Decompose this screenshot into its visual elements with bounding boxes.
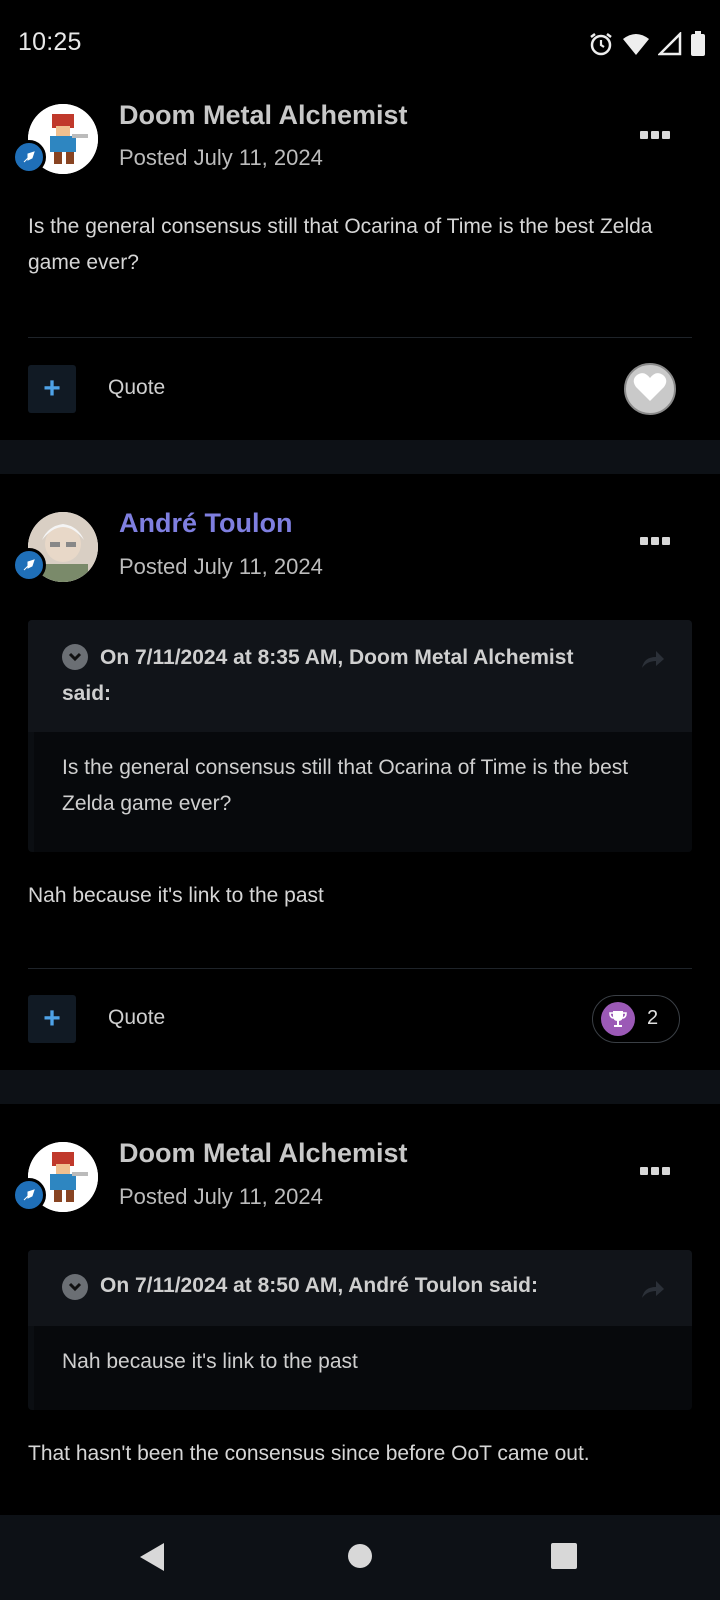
signal-icon xyxy=(658,32,682,56)
rank-badge xyxy=(12,140,46,174)
quote-content: Nah because it's link to the past xyxy=(34,1326,692,1410)
status-time: 10:25 xyxy=(18,28,82,56)
post-separator xyxy=(0,1070,720,1104)
multiquote-button[interactable]: + xyxy=(28,995,76,1043)
quote-button[interactable]: Quote xyxy=(108,1006,165,1030)
post-options-button[interactable] xyxy=(640,534,670,548)
post-body: Is the general consensus still that Ocar… xyxy=(28,215,653,274)
like-button[interactable] xyxy=(624,363,676,415)
post-separator xyxy=(0,440,720,474)
share-icon[interactable] xyxy=(640,648,666,675)
heart-icon xyxy=(633,372,667,407)
alarm-icon xyxy=(588,31,614,57)
recents-icon[interactable] xyxy=(551,1543,577,1574)
post: Doom Metal Alchemist Posted July 11, 202… xyxy=(0,1104,720,1515)
reaction-summary[interactable]: 2 xyxy=(592,995,680,1043)
post-body: That hasn't been the consensus since bef… xyxy=(28,1442,590,1465)
author-name[interactable]: Doom Metal Alchemist xyxy=(119,100,408,131)
quote-header: On 7/11/2024 at 8:50 AM, André Toulon sa… xyxy=(28,1250,692,1326)
quote-block: On 7/11/2024 at 8:50 AM, André Toulon sa… xyxy=(28,1250,692,1410)
quote-header: On 7/11/2024 at 8:35 AM, Doom Metal Alch… xyxy=(28,620,692,732)
author-name[interactable]: Doom Metal Alchemist xyxy=(119,1138,408,1169)
post-body: Nah because it's link to the past xyxy=(28,884,324,907)
post-date: Posted July 11, 2024 xyxy=(119,554,323,579)
reaction-count: 2 xyxy=(647,1007,659,1029)
divider xyxy=(28,968,692,969)
navigation-bar xyxy=(0,1515,720,1600)
quote-content: Is the general consensus still that Ocar… xyxy=(34,732,692,852)
author-name[interactable]: André Toulon xyxy=(119,508,292,539)
post-options-button[interactable] xyxy=(640,1164,670,1178)
quote-citation[interactable]: On 7/11/2024 at 8:50 AM, André Toulon sa… xyxy=(62,1268,622,1304)
quote-text: Nah because it's link to the past xyxy=(62,1350,358,1373)
quote-button[interactable]: Quote xyxy=(108,376,165,400)
post-options-button[interactable] xyxy=(640,128,670,142)
trophy-icon xyxy=(601,1002,635,1036)
post: Doom Metal Alchemist Posted July 11, 202… xyxy=(0,88,720,440)
share-icon[interactable] xyxy=(640,1278,666,1305)
quote-text: Is the general consensus still that Ocar… xyxy=(62,756,629,815)
home-icon[interactable] xyxy=(347,1543,373,1574)
rank-badge xyxy=(12,548,46,582)
post: André Toulon Posted July 11, 2024 On 7/1… xyxy=(0,474,720,1070)
divider xyxy=(28,337,692,338)
status-bar: 10:25 xyxy=(0,0,720,88)
post-date: Posted July 11, 2024 xyxy=(119,1184,323,1209)
back-icon[interactable] xyxy=(138,1541,166,1578)
rank-badge xyxy=(12,1178,46,1212)
battery-icon xyxy=(690,31,706,57)
quote-block: On 7/11/2024 at 8:35 AM, Doom Metal Alch… xyxy=(28,620,692,852)
wifi-icon xyxy=(622,32,650,56)
multiquote-button[interactable]: + xyxy=(28,365,76,413)
post-date: Posted July 11, 2024 xyxy=(119,145,323,170)
quote-citation[interactable]: On 7/11/2024 at 8:35 AM, Doom Metal Alch… xyxy=(62,640,622,712)
status-icons xyxy=(588,30,706,58)
